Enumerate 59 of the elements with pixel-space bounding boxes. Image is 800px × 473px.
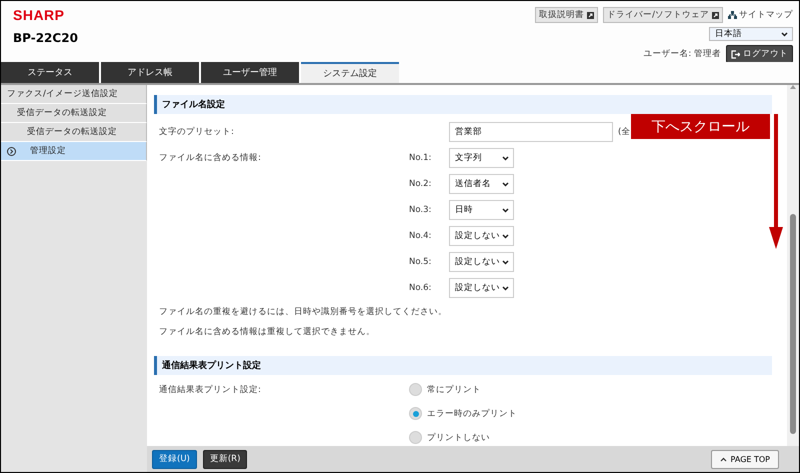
slot-label: No.4: — [409, 231, 432, 241]
header-link[interactable]: ドライバー/ソフトウェア — [603, 7, 723, 23]
preset-input[interactable]: 営業部 — [449, 122, 613, 142]
chevron-down-icon — [502, 234, 509, 238]
language-select[interactable]: 日本語 — [709, 27, 793, 41]
model-name: BP-22C20 — [13, 31, 78, 45]
slot-label: No.5: — [409, 257, 432, 267]
slot-label: No.6: — [409, 283, 432, 293]
sidebar-item[interactable]: 管理設定 — [1, 142, 147, 161]
chevron-down-icon — [502, 208, 509, 212]
header-link[interactable]: 取扱説明書 — [535, 7, 598, 23]
logout-button[interactable]: ログアウト — [726, 45, 793, 63]
field-note: (全 — [618, 126, 630, 138]
sitemap-link[interactable]: サイトマップ — [728, 9, 793, 21]
field-label: 通信結果表プリント設定: — [159, 384, 262, 396]
field-label: ファイル名に含める情報: — [159, 152, 262, 164]
select-field[interactable]: 送信者名 — [449, 174, 514, 194]
sidebar-item[interactable]: ファクス/イメージ送信設定 — [1, 85, 147, 104]
section-title: ファイル名設定 — [154, 95, 772, 114]
user-name: ユーザー名: 管理者 — [643, 48, 721, 60]
slot-label: No.2: — [409, 179, 432, 189]
nav-tab[interactable]: ステータス — [1, 62, 99, 83]
scrollbar-thumb[interactable] — [790, 214, 796, 434]
radio-option[interactable]: プリントしない — [409, 431, 767, 444]
footer-button[interactable]: 更新(R) — [202, 450, 248, 468]
logout-icon — [731, 50, 740, 58]
footer-button[interactable]: 登録(U) — [152, 450, 197, 468]
logo: SHARP — [13, 7, 66, 23]
chevron-down-icon — [781, 32, 788, 36]
sitemap-icon — [728, 11, 737, 19]
chevron-circle-icon — [7, 146, 16, 156]
select-field[interactable]: 設定しない — [449, 278, 514, 298]
external-link-icon — [587, 12, 594, 18]
select-field[interactable]: 文字列 — [449, 148, 514, 168]
slot-label: No.1: — [409, 153, 432, 163]
slot-label: No.3: — [409, 205, 432, 215]
radio-option[interactable]: 常にプリント — [409, 383, 767, 396]
field-label: 文字のプリセット: — [159, 126, 235, 138]
nav-tab[interactable]: ユーザー管理 — [201, 62, 299, 83]
radio-option[interactable]: エラー時のみプリント — [409, 407, 767, 420]
caret-up-icon — [720, 456, 727, 462]
chevron-down-icon — [502, 156, 509, 160]
page-top-button[interactable]: PAGE TOP — [710, 450, 779, 468]
select-field[interactable]: 設定しない — [449, 226, 514, 246]
down-arrow-icon — [769, 114, 783, 249]
sidebar-item[interactable]: 受信データの転送設定 — [1, 104, 147, 123]
nav-tab[interactable]: システム設定 — [301, 62, 399, 83]
select-field[interactable]: 日時 — [449, 200, 514, 220]
chevron-down-icon — [502, 182, 509, 186]
external-link-icon — [712, 12, 719, 18]
section-title: 通信結果表プリント設定 — [154, 356, 772, 375]
chevron-down-icon — [502, 286, 509, 290]
chevron-down-icon — [502, 260, 509, 264]
nav-tab[interactable]: アドレス帳 — [101, 62, 199, 83]
scroll-callout: 下へスクロール — [631, 114, 770, 139]
sidebar-item[interactable]: 受信データの転送設定 — [1, 123, 147, 142]
help-text: ファイル名に含める情報は重複して選択できません。 — [158, 326, 376, 338]
help-text: ファイル名の重複を避けるには、日時や識別番号を選択してください。 — [158, 306, 448, 318]
select-field[interactable]: 設定しない — [449, 252, 514, 272]
